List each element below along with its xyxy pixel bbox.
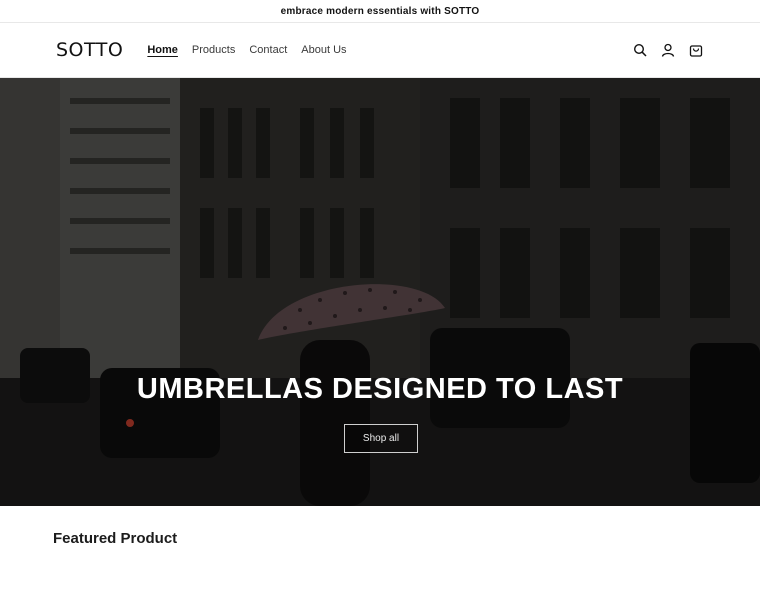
nav-about-us[interactable]: About Us bbox=[301, 44, 346, 56]
announcement-text: embrace modern essentials with SOTTO bbox=[280, 5, 480, 17]
shop-all-button[interactable]: Shop all bbox=[344, 424, 418, 453]
site-header: SOTTO Home Products Contact About Us bbox=[0, 23, 760, 78]
cart-icon[interactable] bbox=[688, 42, 704, 58]
announcement-bar: embrace modern essentials with SOTTO bbox=[0, 0, 760, 23]
hero-title: UMBRELLAS DESIGNED TO LAST bbox=[136, 373, 624, 405]
featured-product-heading: Featured Product bbox=[53, 530, 178, 547]
main-nav: Home Products Contact About Us bbox=[147, 44, 346, 56]
nav-products[interactable]: Products bbox=[192, 44, 235, 56]
header-icons bbox=[632, 23, 704, 77]
search-icon[interactable] bbox=[632, 42, 648, 58]
hero-banner: UMBRELLAS DESIGNED TO LAST Shop all bbox=[0, 78, 760, 506]
account-icon[interactable] bbox=[660, 42, 676, 58]
nav-contact[interactable]: Contact bbox=[249, 44, 287, 56]
nav-home[interactable]: Home bbox=[147, 44, 178, 56]
logo[interactable]: SOTTO bbox=[56, 39, 123, 61]
